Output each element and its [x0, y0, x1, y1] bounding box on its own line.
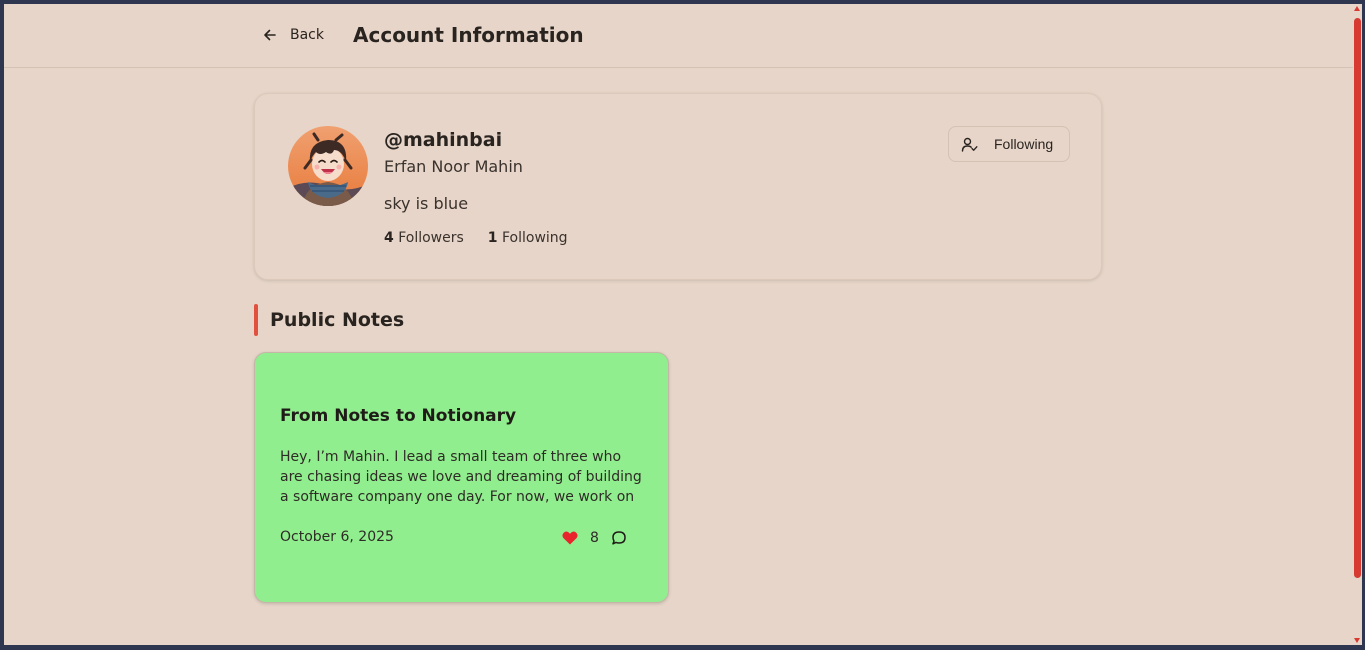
profile-bio: sky is blue	[384, 194, 469, 213]
top-header: Back Account Information	[4, 4, 1353, 68]
following-label: Following	[501, 230, 568, 246]
note-date: October 6, 2025	[280, 529, 394, 545]
profile-card: @mahinbai Erfan Noor Mahin sky is blue 4…	[254, 93, 1102, 280]
following-button-label: Following	[994, 136, 1054, 152]
comment-icon[interactable]	[611, 530, 627, 546]
user-check-icon	[961, 136, 978, 153]
following-count: 1	[487, 230, 498, 246]
followers-count: 4	[384, 230, 394, 246]
note-actions: 8	[562, 528, 627, 548]
profile-handle: @mahinbai	[384, 129, 503, 151]
like-count: 8	[590, 530, 599, 546]
scroll-down-icon[interactable]	[1354, 638, 1360, 643]
profile-stats: 4 Followers 1 Following	[384, 230, 568, 246]
vertical-scrollbar[interactable]	[1353, 4, 1362, 645]
avatar[interactable]	[288, 126, 368, 206]
profile-full-name: Erfan Noor Mahin	[384, 157, 523, 176]
note-title: From Notes to Notionary	[280, 406, 517, 426]
section-title: Public Notes	[270, 309, 405, 331]
following-stat[interactable]: 1 Following	[488, 230, 568, 246]
arrow-left-icon	[262, 27, 278, 43]
app-window: Back Account Information @mahinbai Erfan…	[4, 4, 1353, 645]
scroll-up-icon[interactable]	[1354, 6, 1360, 11]
followers-label: Followers	[398, 230, 464, 246]
scrollbar-thumb[interactable]	[1354, 18, 1361, 578]
avatar-image	[288, 126, 368, 206]
back-button[interactable]: Back	[262, 24, 324, 46]
section-accent-bar	[254, 304, 258, 336]
heart-icon[interactable]	[562, 531, 578, 545]
followers-stat[interactable]: 4 Followers	[384, 230, 464, 246]
note-excerpt: Hey, I’m Mahin. I lead a small team of t…	[280, 449, 642, 505]
note-card[interactable]: From Notes to Notionary Hey, I’m Mahin. …	[254, 352, 669, 603]
following-button[interactable]: Following	[948, 126, 1070, 162]
page-title: Account Information	[353, 23, 584, 47]
back-label: Back	[290, 27, 324, 43]
